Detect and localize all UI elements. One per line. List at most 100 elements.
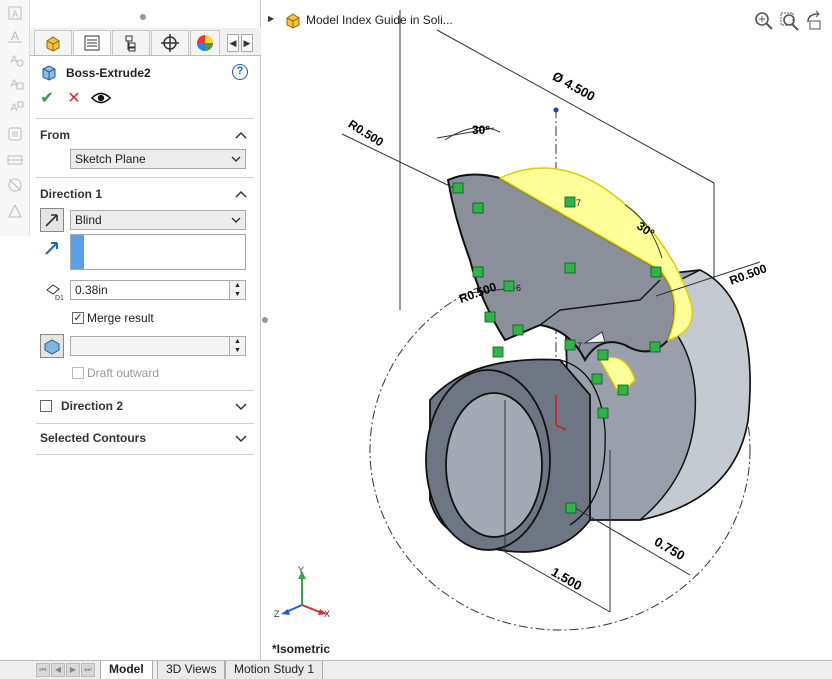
dimension-length[interactable]: 0.750 — [652, 534, 688, 563]
spin-up-button[interactable]: ▲ — [229, 337, 245, 346]
relation-label: 7 — [577, 341, 582, 351]
leader-line — [341, 133, 463, 193]
relation-marker[interactable] — [564, 196, 576, 208]
dimension-length[interactable]: 1.500 — [549, 564, 585, 593]
sketch-text-icon[interactable]: A — [6, 4, 24, 22]
spin-down-button[interactable]: ▼ — [229, 290, 245, 299]
from-section-header[interactable]: From — [40, 128, 255, 142]
relation-label: 6 — [516, 283, 521, 293]
datum-feature-icon[interactable] — [6, 202, 24, 220]
depth-input[interactable]: 0.38in ▲ ▼ — [70, 280, 246, 300]
relation-marker[interactable] — [591, 373, 603, 385]
display-manager-icon[interactable] — [190, 30, 220, 55]
dimension-diameter[interactable]: Ø 4.500 — [550, 68, 598, 104]
chevron-down-icon — [231, 217, 241, 223]
first-tab-nav-button[interactable]: ⏮ — [36, 663, 50, 677]
reverse-direction-button[interactable] — [40, 208, 64, 232]
dimension-radius[interactable]: R0.500 — [727, 261, 768, 288]
direction1-section-header[interactable]: Direction 1 — [40, 187, 255, 201]
spin-up-button[interactable]: ▲ — [229, 281, 245, 290]
draft-angle-input[interactable]: ▲ ▼ — [70, 336, 246, 356]
model-drawing[interactable]: Ø 4.500 R0.500 30° 30° R0.500 R0.500 1.5… — [268, 0, 832, 660]
direction2-section-header[interactable]: Direction 2 — [61, 399, 255, 413]
relation-marker[interactable] — [452, 182, 464, 194]
note-icon[interactable]: A — [6, 74, 24, 92]
draft-outward-label: Draft outward — [87, 366, 160, 380]
surface-finish-icon[interactable] — [6, 125, 24, 143]
tabs-scroll-left-button[interactable]: ◀ — [227, 34, 239, 52]
collapse-caret-icon[interactable] — [235, 130, 247, 140]
balloon-icon[interactable]: A — [6, 98, 24, 116]
relation-marker[interactable] — [472, 266, 484, 278]
property-manager-icon[interactable] — [73, 30, 111, 55]
relation-marker[interactable] — [617, 384, 629, 396]
relation-marker[interactable] — [649, 341, 661, 353]
relation-marker[interactable] — [503, 280, 515, 292]
end-condition-dropdown[interactable]: Blind — [70, 210, 246, 230]
relation-marker[interactable] — [565, 502, 577, 514]
svg-text:A: A — [12, 9, 18, 19]
divider — [36, 390, 254, 391]
dimension-radius[interactable]: R0.500 — [346, 117, 387, 150]
draft-outward-checkbox[interactable] — [72, 367, 84, 379]
coordinate-triad: Y X Z — [274, 565, 330, 619]
help-icon[interactable]: ? — [232, 64, 248, 80]
direction-selection-box[interactable] — [70, 234, 246, 270]
prev-tab-nav-button[interactable]: ◀ — [51, 663, 65, 677]
relation-marker[interactable] — [564, 262, 576, 274]
start-condition-value: Sketch Plane — [75, 152, 146, 166]
ok-button[interactable]: ✔ — [38, 90, 56, 108]
merge-result-checkbox[interactable]: ✓ — [72, 312, 84, 324]
svg-text:A: A — [11, 29, 19, 43]
last-tab-nav-button[interactable]: ⏭ — [81, 663, 95, 677]
weld-symbol-icon[interactable] — [6, 150, 24, 168]
tab-model[interactable]: Model — [100, 661, 153, 679]
relation-marker[interactable] — [597, 349, 609, 361]
tabs-scroll-right-button[interactable]: ▶ — [241, 34, 253, 52]
panel-grip[interactable] — [140, 14, 146, 20]
x-axis — [301, 604, 323, 614]
expand-caret-icon[interactable] — [235, 433, 247, 443]
relation-marker[interactable] — [484, 311, 496, 323]
cancel-button[interactable]: ✕ — [65, 90, 83, 108]
zoom-to-fit-icon[interactable] — [752, 10, 774, 32]
next-tab-nav-button[interactable]: ▶ — [66, 663, 80, 677]
relation-marker[interactable] — [597, 407, 609, 419]
configuration-manager-icon[interactable] — [112, 30, 150, 55]
chevron-down-icon — [231, 156, 241, 162]
annotation-icon[interactable]: A — [6, 26, 24, 44]
spin-down-button[interactable]: ▼ — [229, 346, 245, 355]
selected-contours-section-header[interactable]: Selected Contours — [40, 431, 255, 445]
direction2-checkbox[interactable] — [40, 400, 52, 412]
sketch-point[interactable] — [553, 107, 559, 113]
relation-marker[interactable] — [564, 339, 576, 351]
relation-marker[interactable] — [512, 324, 524, 336]
manager-tabs: ◀ ▶ — [30, 28, 261, 56]
depth-value: 0.38in — [75, 283, 108, 297]
zoom-to-area-icon[interactable] — [778, 10, 800, 32]
hole-callout-icon[interactable] — [6, 176, 24, 194]
smart-dimension-icon[interactable]: A — [6, 50, 24, 68]
expand-arrow-icon[interactable]: ▶ — [268, 14, 274, 23]
graphics-area[interactable]: Ø 4.500 R0.500 30° 30° R0.500 R0.500 1.5… — [268, 0, 832, 660]
previous-view-icon[interactable] — [804, 10, 826, 32]
divider — [36, 423, 254, 424]
relation-marker[interactable] — [650, 266, 662, 278]
draft-toggle-button[interactable] — [40, 334, 64, 358]
bottom-tab-bar: ⏮ ◀ ▶ ⏭ Model 3D Views Motion Study 1 — [0, 660, 832, 679]
tab-3d-views[interactable]: 3D Views — [157, 661, 226, 679]
relation-marker[interactable] — [492, 346, 504, 358]
dimxpert-icon[interactable] — [151, 30, 189, 55]
dimension-angle[interactable]: 30° — [472, 123, 490, 137]
direction-arrow-icon — [44, 240, 60, 256]
view-orientation-label: *Isometric — [272, 642, 331, 656]
end-condition-value: Blind — [75, 213, 102, 227]
expand-caret-icon[interactable] — [235, 401, 247, 411]
relation-marker[interactable] — [472, 202, 484, 214]
start-condition-dropdown[interactable]: Sketch Plane — [70, 149, 246, 169]
collapse-caret-icon[interactable] — [235, 189, 247, 199]
preview-eye-icon[interactable] — [90, 90, 112, 108]
feature-manager-icon[interactable] — [34, 30, 72, 55]
tab-motion-study[interactable]: Motion Study 1 — [225, 661, 324, 679]
solidworks-window: A A A A A ◀ ▶ Boss-Extrude2 ? ✔ ✕ From S… — [0, 0, 832, 679]
